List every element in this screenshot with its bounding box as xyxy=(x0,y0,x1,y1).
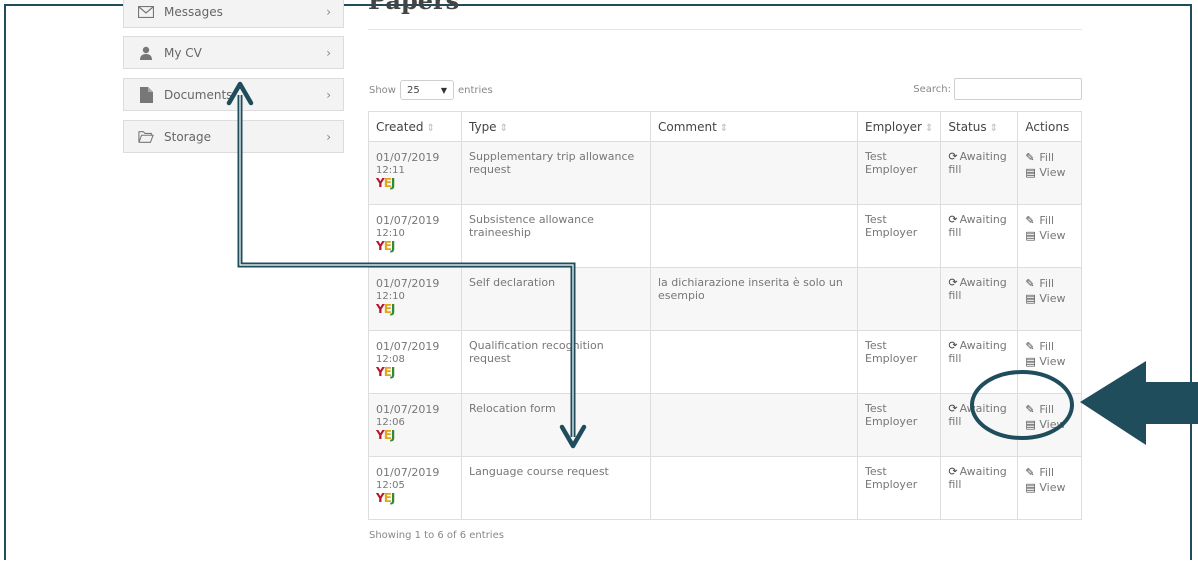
annotation-overlay xyxy=(226,81,1198,449)
annotation-path-arrow xyxy=(226,81,587,449)
annotation-pointer-arrow xyxy=(1080,361,1198,445)
annotation-highlight-ellipse xyxy=(970,370,1074,440)
